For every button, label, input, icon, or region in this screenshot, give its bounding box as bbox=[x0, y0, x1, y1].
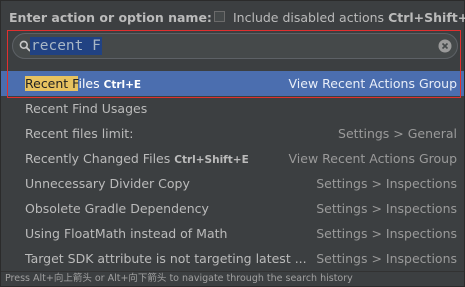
include-disabled-checkbox[interactable] bbox=[214, 11, 225, 22]
popup-header: Enter action or option name: Include dis… bbox=[1, 1, 465, 31]
result-group: Settings > General bbox=[338, 126, 457, 141]
result-row-recent-files-limit[interactable]: Recent files limit: Settings > General bbox=[1, 121, 464, 146]
result-group: View Recent Actions Group bbox=[288, 76, 458, 91]
popup-title: Enter action or option name: bbox=[9, 10, 212, 25]
search-input[interactable]: recent F bbox=[30, 37, 102, 55]
clear-search-icon[interactable] bbox=[438, 39, 452, 53]
result-row-recently-changed-files[interactable]: Recently Changed Files Ctrl+Shift+E View … bbox=[1, 146, 464, 171]
result-name-text: Recently Changed Files bbox=[25, 151, 171, 166]
result-name: Recent files limit: bbox=[25, 126, 134, 141]
result-group: Settings > Inspections bbox=[316, 226, 457, 241]
include-disabled-label[interactable]: Include disabled actionsCtrl+Shift+A bbox=[233, 10, 465, 25]
find-action-popup: Enter action or option name: Include dis… bbox=[0, 0, 465, 287]
result-name: Recent Files Ctrl+E bbox=[25, 76, 141, 91]
results-list: Recent Files Ctrl+E View Recent Actions G… bbox=[1, 71, 464, 271]
result-group: Settings > Inspections bbox=[316, 251, 457, 266]
include-disabled-shortcut: Ctrl+Shift+A bbox=[388, 10, 465, 25]
result-name: Recently Changed Files Ctrl+Shift+E bbox=[25, 151, 249, 166]
result-group: View Recent Actions Group bbox=[288, 151, 458, 166]
result-row-using-floatmath[interactable]: Using FloatMath instead of Math Settings… bbox=[1, 221, 464, 246]
result-name: Recent Find Usages bbox=[25, 101, 148, 116]
result-name: Obsolete Gradle Dependency bbox=[25, 201, 209, 216]
result-name-match: Recent F bbox=[25, 76, 79, 91]
result-name-rest: iles bbox=[78, 76, 100, 91]
include-disabled-text: Include disabled actions bbox=[233, 10, 385, 25]
result-name: Unnecessary Divider Copy bbox=[25, 176, 190, 191]
result-row-target-sdk[interactable]: Target SDK attribute is not targeting la… bbox=[1, 246, 464, 271]
search-field[interactable]: recent F bbox=[12, 33, 458, 59]
result-name: Target SDK attribute is not targeting la… bbox=[25, 251, 307, 266]
result-row-recent-find-usages[interactable]: Recent Find Usages bbox=[1, 96, 464, 121]
result-row-obsolete-gradle-dependency[interactable]: Obsolete Gradle Dependency Settings > In… bbox=[1, 196, 464, 221]
result-group: Settings > Inspections bbox=[316, 201, 457, 216]
result-shortcut: Ctrl+E bbox=[103, 79, 142, 91]
result-name: Using FloatMath instead of Math bbox=[25, 226, 228, 241]
result-shortcut: Ctrl+Shift+E bbox=[174, 154, 249, 166]
result-row-recent-files[interactable]: Recent Files Ctrl+E View Recent Actions G… bbox=[1, 71, 464, 96]
search-history-hint: Press Alt+向上箭头 or Alt+向下箭头 to navigate t… bbox=[1, 271, 464, 286]
result-row-unnecessary-divider-copy[interactable]: Unnecessary Divider Copy Settings > Insp… bbox=[1, 171, 464, 196]
result-group: Settings > Inspections bbox=[316, 176, 457, 191]
